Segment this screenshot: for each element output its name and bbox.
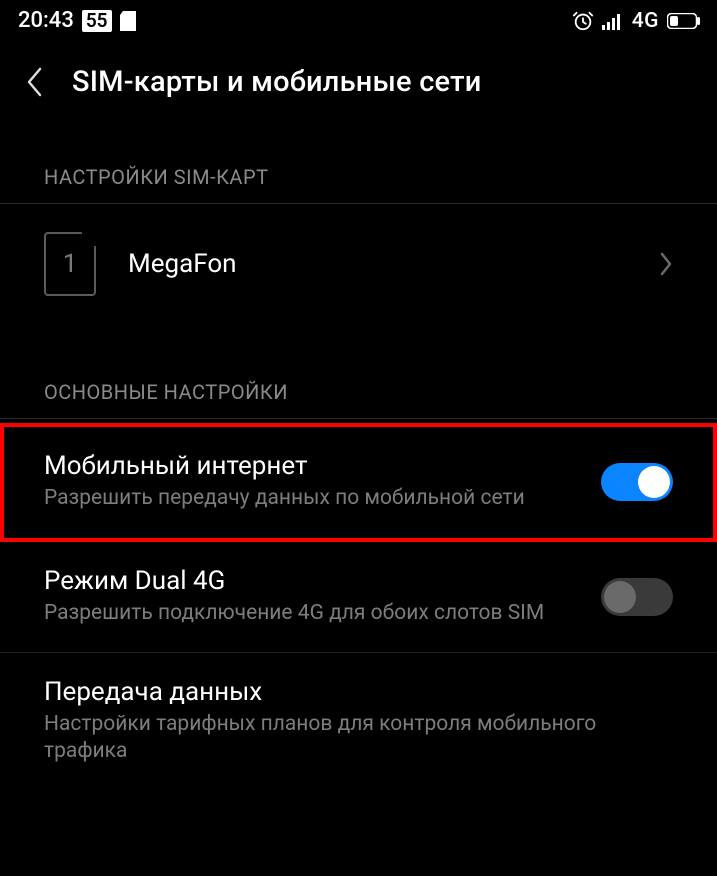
- alarm-icon: [572, 10, 594, 32]
- sim-carrier-label: MegaFon: [128, 249, 627, 279]
- status-left: 20:43 55: [18, 8, 136, 33]
- section-header-main: ОСНОВНЫЕ НАСТРОЙКИ: [0, 324, 717, 419]
- mobile-data-toggle[interactable]: [601, 463, 673, 501]
- toggle-knob: [604, 581, 636, 613]
- network-label: 4G: [632, 9, 659, 33]
- status-time: 20:43: [18, 8, 74, 33]
- section-header-sim: НАСТРОЙКИ SIM-КАРТ: [0, 121, 717, 204]
- toggle-knob: [638, 466, 670, 498]
- chevron-right-icon: [659, 251, 673, 277]
- sim-card-icon: 1: [44, 232, 96, 296]
- status-badge: 55: [82, 10, 112, 32]
- signal-icon: [602, 12, 624, 30]
- setting-dual-4g[interactable]: Режим Dual 4G Разрешить подключение 4G д…: [0, 542, 717, 652]
- setting-subtitle: Настройки тарифных планов для контроля м…: [44, 711, 673, 766]
- sd-card-icon: [120, 11, 136, 31]
- setting-data-usage[interactable]: Передача данных Настройки тарифных плано…: [0, 653, 717, 790]
- dual-4g-toggle[interactable]: [601, 578, 673, 616]
- setting-subtitle: Разрешить передачу данных по мобильной с…: [44, 485, 577, 512]
- page-header: SIM-карты и мобильные сети: [0, 37, 717, 121]
- setting-title: Мобильный интернет: [44, 451, 577, 481]
- page-title: SIM-карты и мобильные сети: [72, 65, 482, 99]
- back-button[interactable]: [24, 65, 44, 99]
- setting-text: Режим Dual 4G Разрешить подключение 4G д…: [44, 566, 577, 627]
- setting-subtitle: Разрешить подключение 4G для обоих слото…: [44, 600, 577, 627]
- setting-text: Мобильный интернет Разрешить передачу да…: [44, 451, 577, 512]
- sim-slot-row[interactable]: 1 MegaFon: [0, 204, 717, 324]
- status-bar: 20:43 55 4G: [0, 0, 717, 37]
- setting-text: Передача данных Настройки тарифных плано…: [44, 677, 673, 766]
- battery-icon: [667, 13, 701, 29]
- setting-mobile-data[interactable]: Мобильный интернет Разрешить передачу да…: [0, 423, 717, 542]
- sim-slot-number: 1: [63, 249, 78, 279]
- setting-title: Передача данных: [44, 677, 673, 707]
- status-right: 4G: [572, 9, 701, 33]
- setting-title: Режим Dual 4G: [44, 566, 577, 596]
